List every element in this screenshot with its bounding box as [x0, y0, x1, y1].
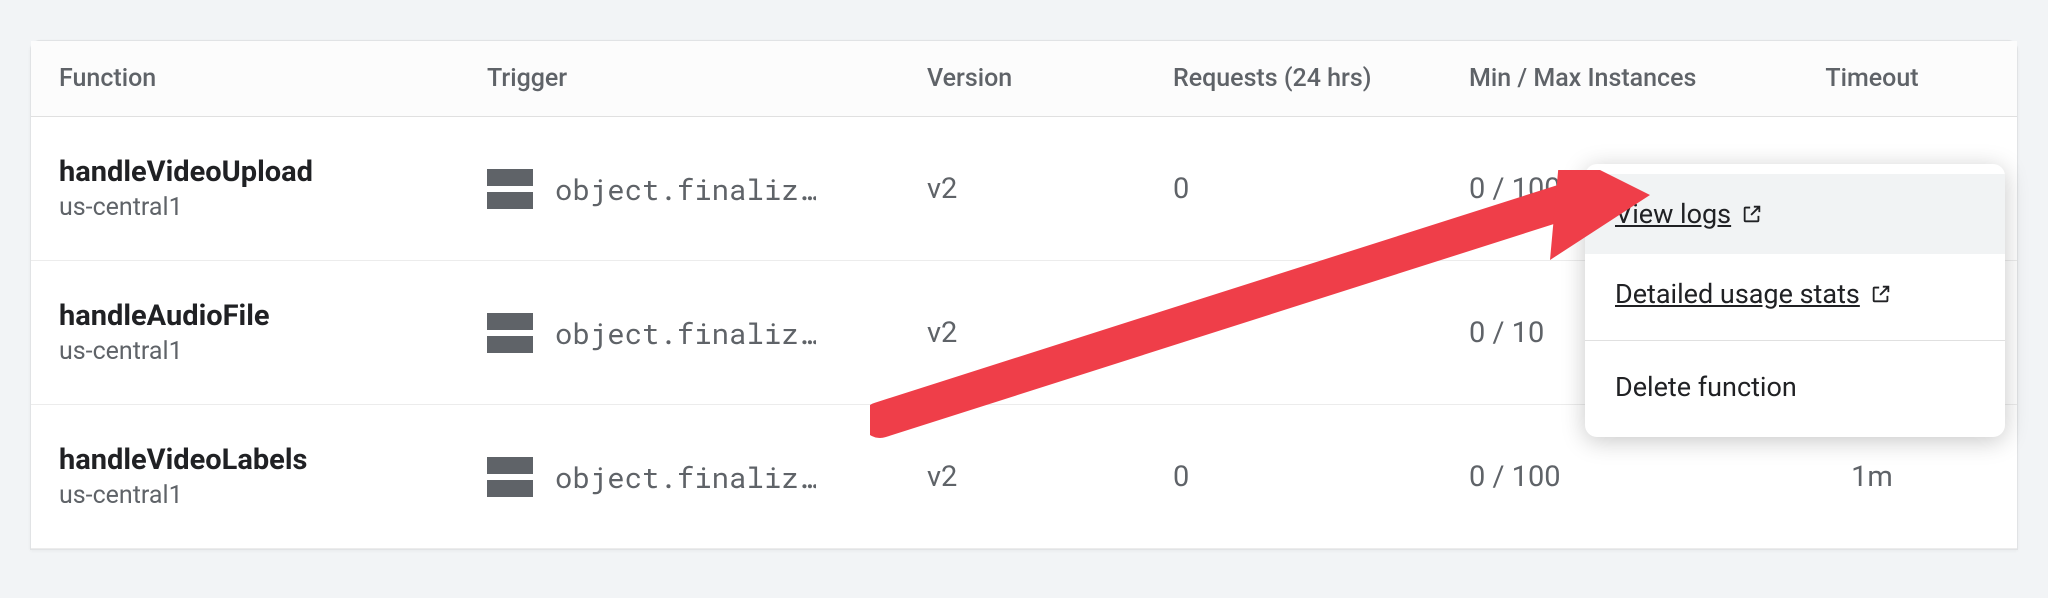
cell-version: v2	[927, 172, 1173, 206]
external-link-icon	[1870, 283, 1892, 305]
col-header-version[interactable]: Version	[927, 64, 1173, 93]
menu-item-detailed-stats[interactable]: Detailed usage stats	[1585, 254, 2005, 334]
trigger-text: object.finaliz…	[555, 170, 816, 208]
trigger-text: object.finaliz…	[555, 458, 816, 496]
menu-item-view-logs[interactable]: View logs	[1585, 174, 2005, 254]
table-header-row: Function Trigger Version Requests (24 hr…	[31, 41, 2017, 117]
context-menu: View logs Detailed usage stats Delete fu…	[1585, 164, 2005, 437]
menu-label: Delete function	[1615, 371, 1797, 403]
function-region: us-central1	[59, 193, 487, 222]
external-link-icon	[1741, 203, 1763, 225]
cell-requests: 0	[1173, 172, 1469, 206]
cell-version: v2	[927, 460, 1173, 494]
cell-instances: 0 / 100	[1469, 460, 1755, 494]
function-name: handleVideoUpload	[59, 155, 487, 190]
col-header-requests[interactable]: Requests (24 hrs)	[1173, 64, 1469, 93]
cell-requests: 0	[1173, 316, 1469, 350]
cell-requests: 0	[1173, 460, 1469, 494]
col-header-timeout[interactable]: Timeout	[1755, 64, 1989, 93]
menu-label: View logs	[1615, 198, 1731, 230]
menu-separator	[1585, 340, 2005, 341]
cell-version: v2	[927, 316, 1173, 350]
col-header-function[interactable]: Function	[59, 64, 487, 93]
function-region: us-central1	[59, 337, 487, 366]
function-name: handleVideoLabels	[59, 443, 487, 478]
trigger-text: object.finaliz…	[555, 314, 816, 352]
menu-label: Detailed usage stats	[1615, 278, 1860, 310]
cell-timeout: 1m	[1755, 460, 1989, 494]
storage-icon	[487, 313, 533, 353]
col-header-instances[interactable]: Min / Max Instances	[1469, 64, 1755, 93]
storage-icon	[487, 457, 533, 497]
function-region: us-central1	[59, 481, 487, 510]
function-name: handleAudioFile	[59, 299, 487, 334]
menu-item-delete-function[interactable]: Delete function	[1585, 347, 2005, 427]
storage-icon	[487, 169, 533, 209]
col-header-trigger[interactable]: Trigger	[487, 64, 927, 93]
